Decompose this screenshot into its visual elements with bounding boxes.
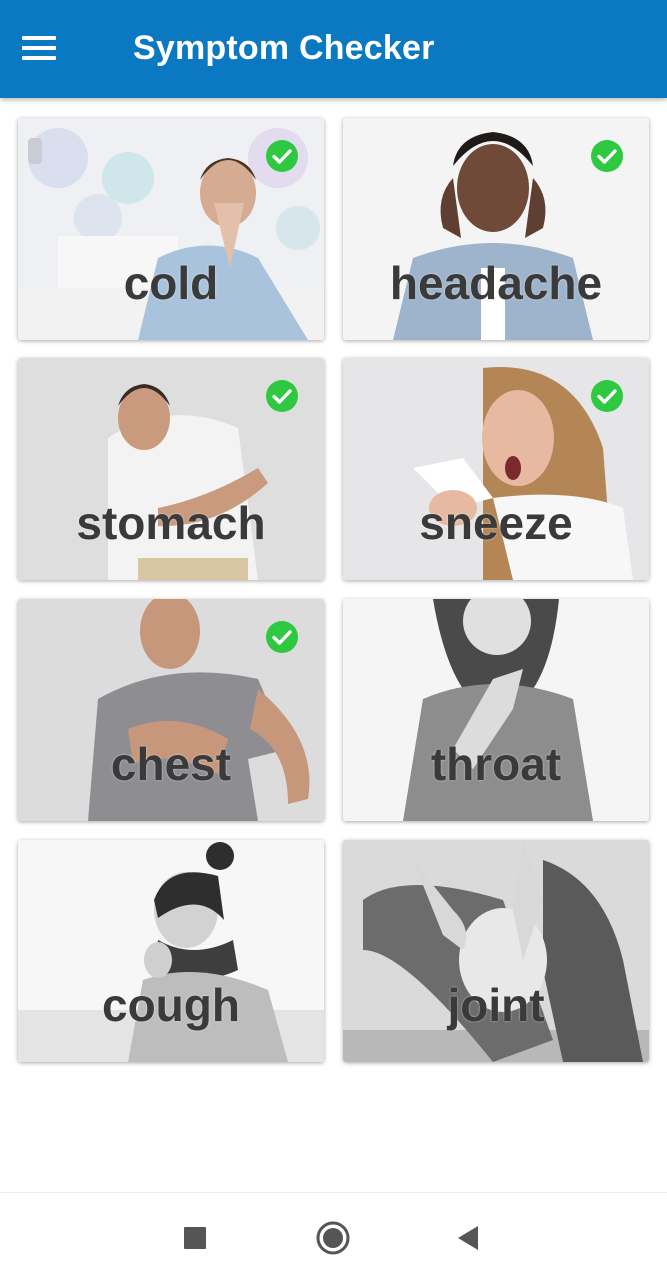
check-icon: [591, 140, 623, 172]
back-button[interactable]: [443, 1213, 493, 1263]
symptom-card-chest[interactable]: chest: [18, 599, 324, 821]
symptom-label: cold: [123, 257, 219, 309]
system-nav-bar: [0, 1192, 667, 1281]
home-button[interactable]: [308, 1213, 358, 1263]
symptom-card-throat[interactable]: throat: [343, 599, 649, 821]
symptom-label: throat: [430, 738, 562, 790]
circle-home-icon: [316, 1221, 350, 1255]
recents-button[interactable]: [170, 1213, 220, 1263]
check-icon: [266, 140, 298, 172]
menu-button[interactable]: [22, 24, 82, 72]
symptom-label: joint: [447, 979, 545, 1031]
symptom-card-joint[interactable]: joint: [343, 840, 649, 1062]
check-icon: [266, 380, 298, 412]
triangle-back-icon: [458, 1226, 478, 1250]
symptom-label: headache: [389, 257, 603, 309]
symptom-label: chest: [110, 738, 232, 790]
hamburger-menu-icon: [22, 36, 56, 60]
symptom-card-cold[interactable]: cold: [18, 118, 324, 340]
symptom-grid: cold headache stomach sneeze chest throa…: [0, 0, 667, 1100]
square-recents-icon: [184, 1227, 206, 1249]
symptom-card-sneeze[interactable]: sneeze: [343, 358, 649, 580]
symptom-card-headache[interactable]: headache: [343, 118, 649, 340]
symptom-label: stomach: [76, 497, 266, 549]
page-title: Symptom Checker: [133, 29, 435, 67]
symptom-card-cough[interactable]: cough: [18, 840, 324, 1062]
symptom-card-stomach[interactable]: stomach: [18, 358, 324, 580]
check-icon: [266, 621, 298, 653]
app-bar: Symptom Checker: [0, 0, 667, 98]
symptom-label: sneeze: [419, 497, 573, 549]
symptom-label: cough: [102, 979, 240, 1031]
check-icon: [591, 380, 623, 412]
